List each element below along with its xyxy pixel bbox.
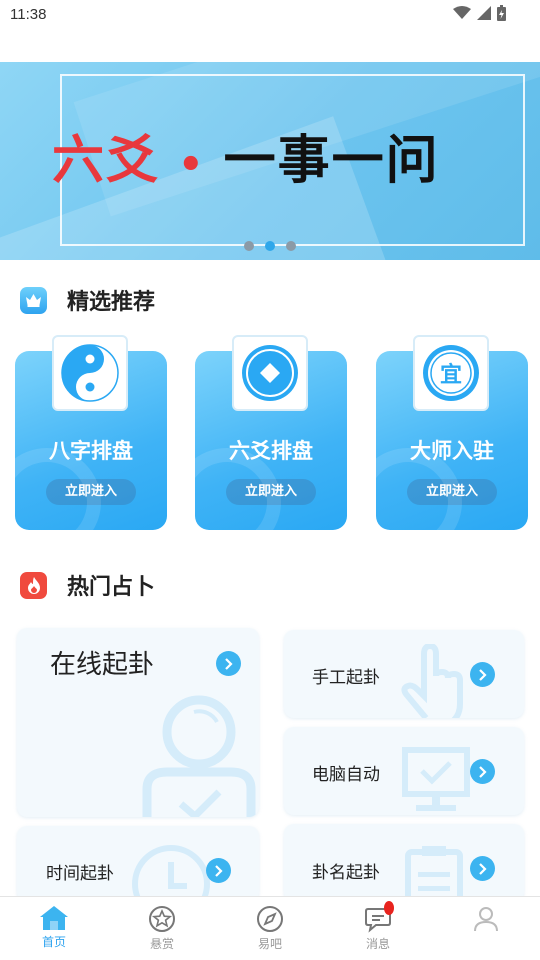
banner-carousel[interactable]: 六爻 • 一事一问	[0, 62, 540, 260]
status-time: 11:38	[10, 6, 47, 23]
notification-badge	[384, 901, 394, 915]
hot-card-name[interactable]: 卦名起卦	[284, 824, 524, 902]
hot-card-time[interactable]: 时间起卦	[17, 826, 259, 902]
nav-label: 首页	[41, 935, 66, 949]
clock-icon	[132, 845, 210, 902]
person-icon	[142, 695, 256, 817]
enter-button[interactable]: 立即进入	[226, 479, 316, 505]
flame-icon	[20, 571, 47, 599]
hot-card-label: 时间起卦	[46, 864, 114, 884]
crown-icon	[20, 286, 47, 314]
feature-card-master[interactable]: 宜 大师入驻 立即进入	[354, 335, 528, 556]
featured-title: 精选推荐	[67, 290, 156, 315]
chevron-right-icon[interactable]	[470, 759, 495, 784]
feature-card-label: 大师入驻	[410, 439, 494, 463]
hot-card-label: 电脑自动	[312, 765, 380, 785]
nav-item-reward[interactable]: 悬赏	[108, 897, 216, 960]
hot-header: 热门占卜	[20, 569, 155, 601]
signal-icon	[477, 6, 491, 20]
nav-item-forum[interactable]: 易吧	[216, 897, 324, 960]
banner-title-red: 六爻	[52, 131, 161, 191]
clipboard-icon	[405, 846, 463, 902]
banner-title-black: 一事一问	[223, 131, 440, 191]
yi-seal-text: 宜	[439, 363, 462, 388]
banner-title-dot: •	[178, 142, 206, 188]
chevron-right-icon[interactable]	[206, 858, 231, 883]
bottom-nav: 首页 悬赏 易吧 消息	[0, 896, 540, 960]
home-icon	[40, 906, 68, 930]
battery-icon	[497, 5, 506, 21]
featured-header: 精选推荐	[20, 284, 155, 316]
chevron-right-icon[interactable]	[470, 662, 495, 687]
banner-title: 六爻 • 一事一问	[52, 118, 440, 193]
compass-icon	[257, 906, 283, 932]
status-icons	[453, 5, 506, 21]
hand-pointer-icon	[401, 644, 463, 718]
banner-pagination[interactable]	[244, 241, 296, 251]
star-icon	[149, 906, 175, 932]
enter-button[interactable]: 立即进入	[407, 479, 497, 505]
banner-page-dot[interactable]	[244, 241, 254, 251]
feature-card-label: 六爻排盘	[229, 439, 313, 463]
nav-item-home[interactable]: 首页	[0, 897, 108, 960]
hot-card-label: 手工起卦	[312, 668, 380, 688]
nav-label: 消息	[365, 937, 390, 951]
hot-card-online[interactable]: 在线起卦	[17, 628, 259, 817]
hot-title: 热门占卜	[67, 575, 156, 600]
feature-card-bazi[interactable]: 八字排盘 立即进入	[0, 335, 167, 556]
yi-seal-icon: 宜	[413, 335, 489, 411]
hot-card-auto[interactable]: 电脑自动	[284, 727, 524, 815]
user-icon	[474, 907, 498, 932]
nav-item-profile[interactable]	[432, 897, 540, 960]
enter-button[interactable]: 立即进入	[46, 479, 136, 505]
nav-item-messages[interactable]: 消息	[324, 897, 432, 960]
banner-page-dot-active[interactable]	[265, 241, 275, 251]
coin-icon	[232, 335, 308, 411]
monitor-icon	[402, 747, 470, 811]
hot-card-manual[interactable]: 手工起卦	[284, 630, 524, 718]
feature-card-label: 八字排盘	[49, 439, 133, 463]
chevron-right-icon[interactable]	[470, 856, 495, 881]
hot-card-label: 卦名起卦	[312, 863, 380, 883]
banner-page-dot[interactable]	[286, 241, 296, 251]
chevron-right-icon[interactable]	[216, 651, 241, 676]
yin-yang-icon	[52, 335, 128, 411]
nav-label: 易吧	[257, 937, 282, 951]
hot-card-label: 在线起卦	[50, 650, 155, 680]
nav-label: 悬赏	[149, 937, 174, 951]
feature-card-liuyao[interactable]: 六爻排盘 立即进入	[173, 335, 347, 556]
wifi-icon	[453, 6, 471, 19]
status-bar: 11:38	[0, 0, 540, 30]
